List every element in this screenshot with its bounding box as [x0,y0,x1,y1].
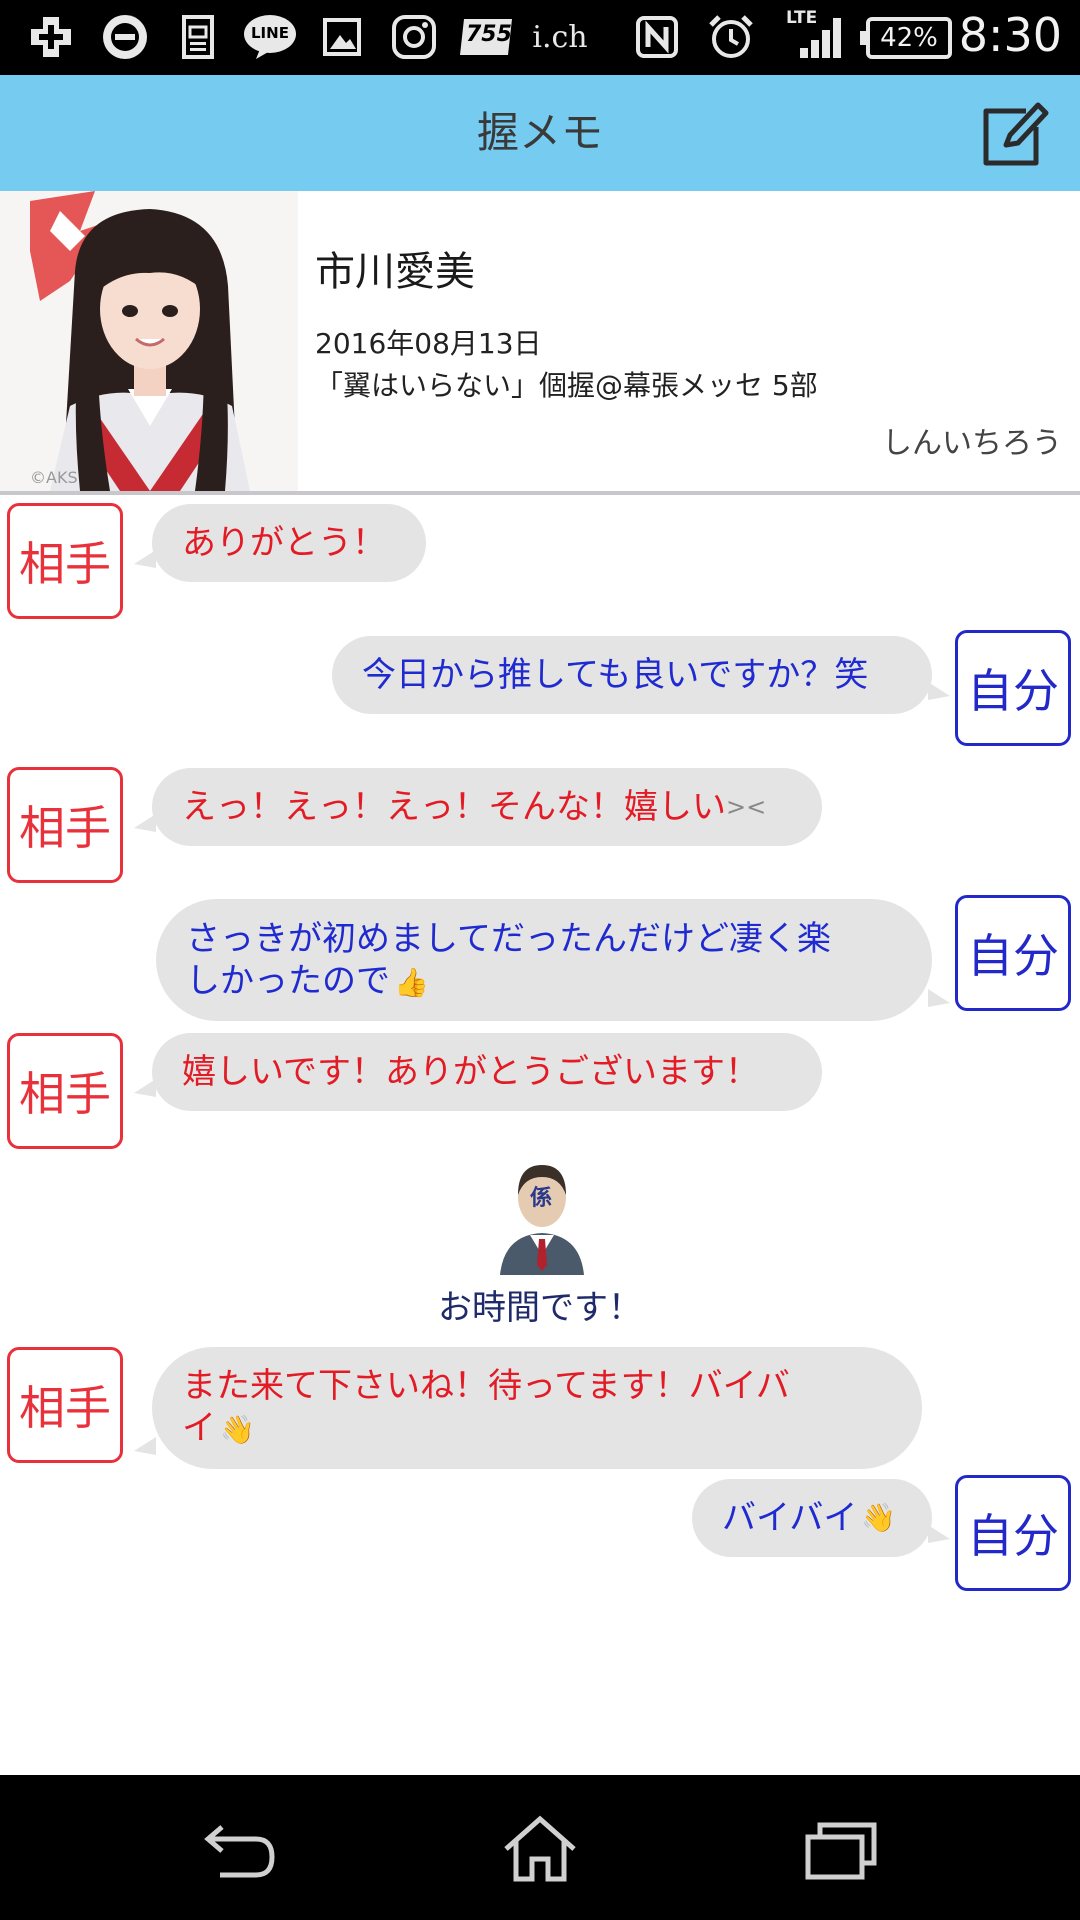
page-title: 握メモ [476,108,603,157]
signal-icon: LTE [784,8,846,60]
profile-user: しんいちろう [882,426,1062,461]
clipboard-icon [178,14,218,60]
message-text-line2: イ 👋 [182,1408,255,1448]
thumbs-up-emoji-icon: 👍 [394,966,429,999]
staff-avatar: 係 [494,1155,590,1275]
waving-hands-emoji-icon: 👋 [220,1413,255,1446]
self-label: 自分 [955,1475,1071,1591]
message-bubble: バイバイ 👋 [692,1479,950,1557]
status-time: 8:30 [958,8,1062,62]
message-text: バイバイ [722,1498,858,1538]
message-bubble: 嬉しいです！ありがとうございます！ [134,1033,822,1111]
profile-name: 市川愛美 [315,249,475,295]
status-bar: LINE 755 i.ch LTE 42% 8:30 [0,0,1080,75]
message-item: 今日から推しても良いですか？笑 自分 [0,625,1080,755]
message-bubble: また来て下さいね！待ってます！バイバ イ 👋 [134,1347,922,1469]
battery-icon: 42% [860,17,952,59]
self-label: 自分 [955,630,1071,746]
message-bubble: さっきが初めましてだったんだけど凄く楽 しかったので 👍 [156,899,950,1021]
partner-label: 相手 [7,503,123,619]
message-item: バイバイ 👋 自分 [0,1475,1080,1605]
ich-label: i.ch [532,19,588,55]
showroom-icon [100,14,150,60]
message-text: 今日から推しても良いですか？笑 [362,655,869,695]
message-item: 相手 また来て下さいね！待ってます！バイバ イ 👋 [0,1339,1080,1469]
message-bubble: 今日から推しても良いですか？笑 [332,636,950,714]
chat-area[interactable]: 相手 ありがとう！ 今日から推しても良いですか？笑 自分 相手 えっ！えっ！えっ… [0,495,1080,1775]
image-icon [320,14,364,60]
ich-icon: i.ch [530,14,590,60]
profile-date: 2016年08月13日 [315,327,542,360]
app-header: 握メモ [0,75,1080,191]
add-icon [28,14,74,60]
line-label: LINE [251,24,289,42]
home-icon [504,1815,576,1882]
self-label: 自分 [955,895,1071,1011]
message-bubble: ありがとう！ [134,504,426,582]
profile-card[interactable]: ©AKS 市川愛美 2016年08月13日 「翼はいらない」個握@幕張メッセ 5… [0,191,1080,491]
message-text: えっ！えっ！えっ！そんな！嬉しい [182,787,726,827]
back-icon [204,1825,275,1878]
navigation-bar [0,1775,1080,1920]
staff-notice: お時間です！ [438,1288,642,1328]
profile-photo: ©AKS [0,191,298,491]
message-text: さっきが初めましてだったんだけど凄く楽 [186,919,831,959]
message-item: 相手 えっ！えっ！えっ！そんな！嬉しい >< [0,759,1080,889]
line-icon: LINE [242,14,298,60]
photo-credit: ©AKS [30,468,78,487]
recent-apps-icon [805,1822,877,1880]
screen: LINE 755 i.ch LTE 42% 8:30 握メモ ©AKS 市川愛美… [0,0,1080,1920]
crying-emoji-icon: >< [726,793,767,821]
recent-apps-button[interactable] [800,1815,880,1885]
edit-icon [983,102,1049,166]
waving-hands-emoji-icon: 👋 [861,1501,897,1534]
alarm-icon [706,14,756,60]
partner-label: 相手 [7,767,123,883]
battery-label: 42% [880,23,938,53]
message-text: 嬉しいです！ありがとうございます！ [182,1052,759,1092]
instagram-icon [390,14,438,60]
message-item: 相手 嬉しいです！ありがとうございます！ [0,1025,1080,1155]
back-button[interactable] [200,1815,280,1885]
message-text-line2: しかったので 👍 [186,961,429,1001]
edit-button[interactable] [976,97,1050,171]
partner-label: 相手 [7,1033,123,1149]
message-text: ありがとう！ [182,523,386,563]
755-icon: 755 [458,14,514,60]
message-bubble: えっ！えっ！えっ！そんな！嬉しい >< [134,768,822,846]
message-text: また来て下さいね！待ってます！バイバ [182,1366,790,1406]
755-label: 755 [466,22,512,47]
message-item: さっきが初めましてだったんだけど凄く楽 しかったので 👍 自分 [0,891,1080,1021]
home-button[interactable] [500,1815,580,1885]
partner-label: 相手 [7,1347,123,1463]
profile-event: 「翼はいらない」個握@幕張メッセ 5部 [315,369,818,402]
staff-badge: 係 [530,1186,552,1211]
network-label: LTE [786,8,818,28]
message-item: 相手 ありがとう！ [0,495,1080,625]
nfc-icon [634,14,680,60]
